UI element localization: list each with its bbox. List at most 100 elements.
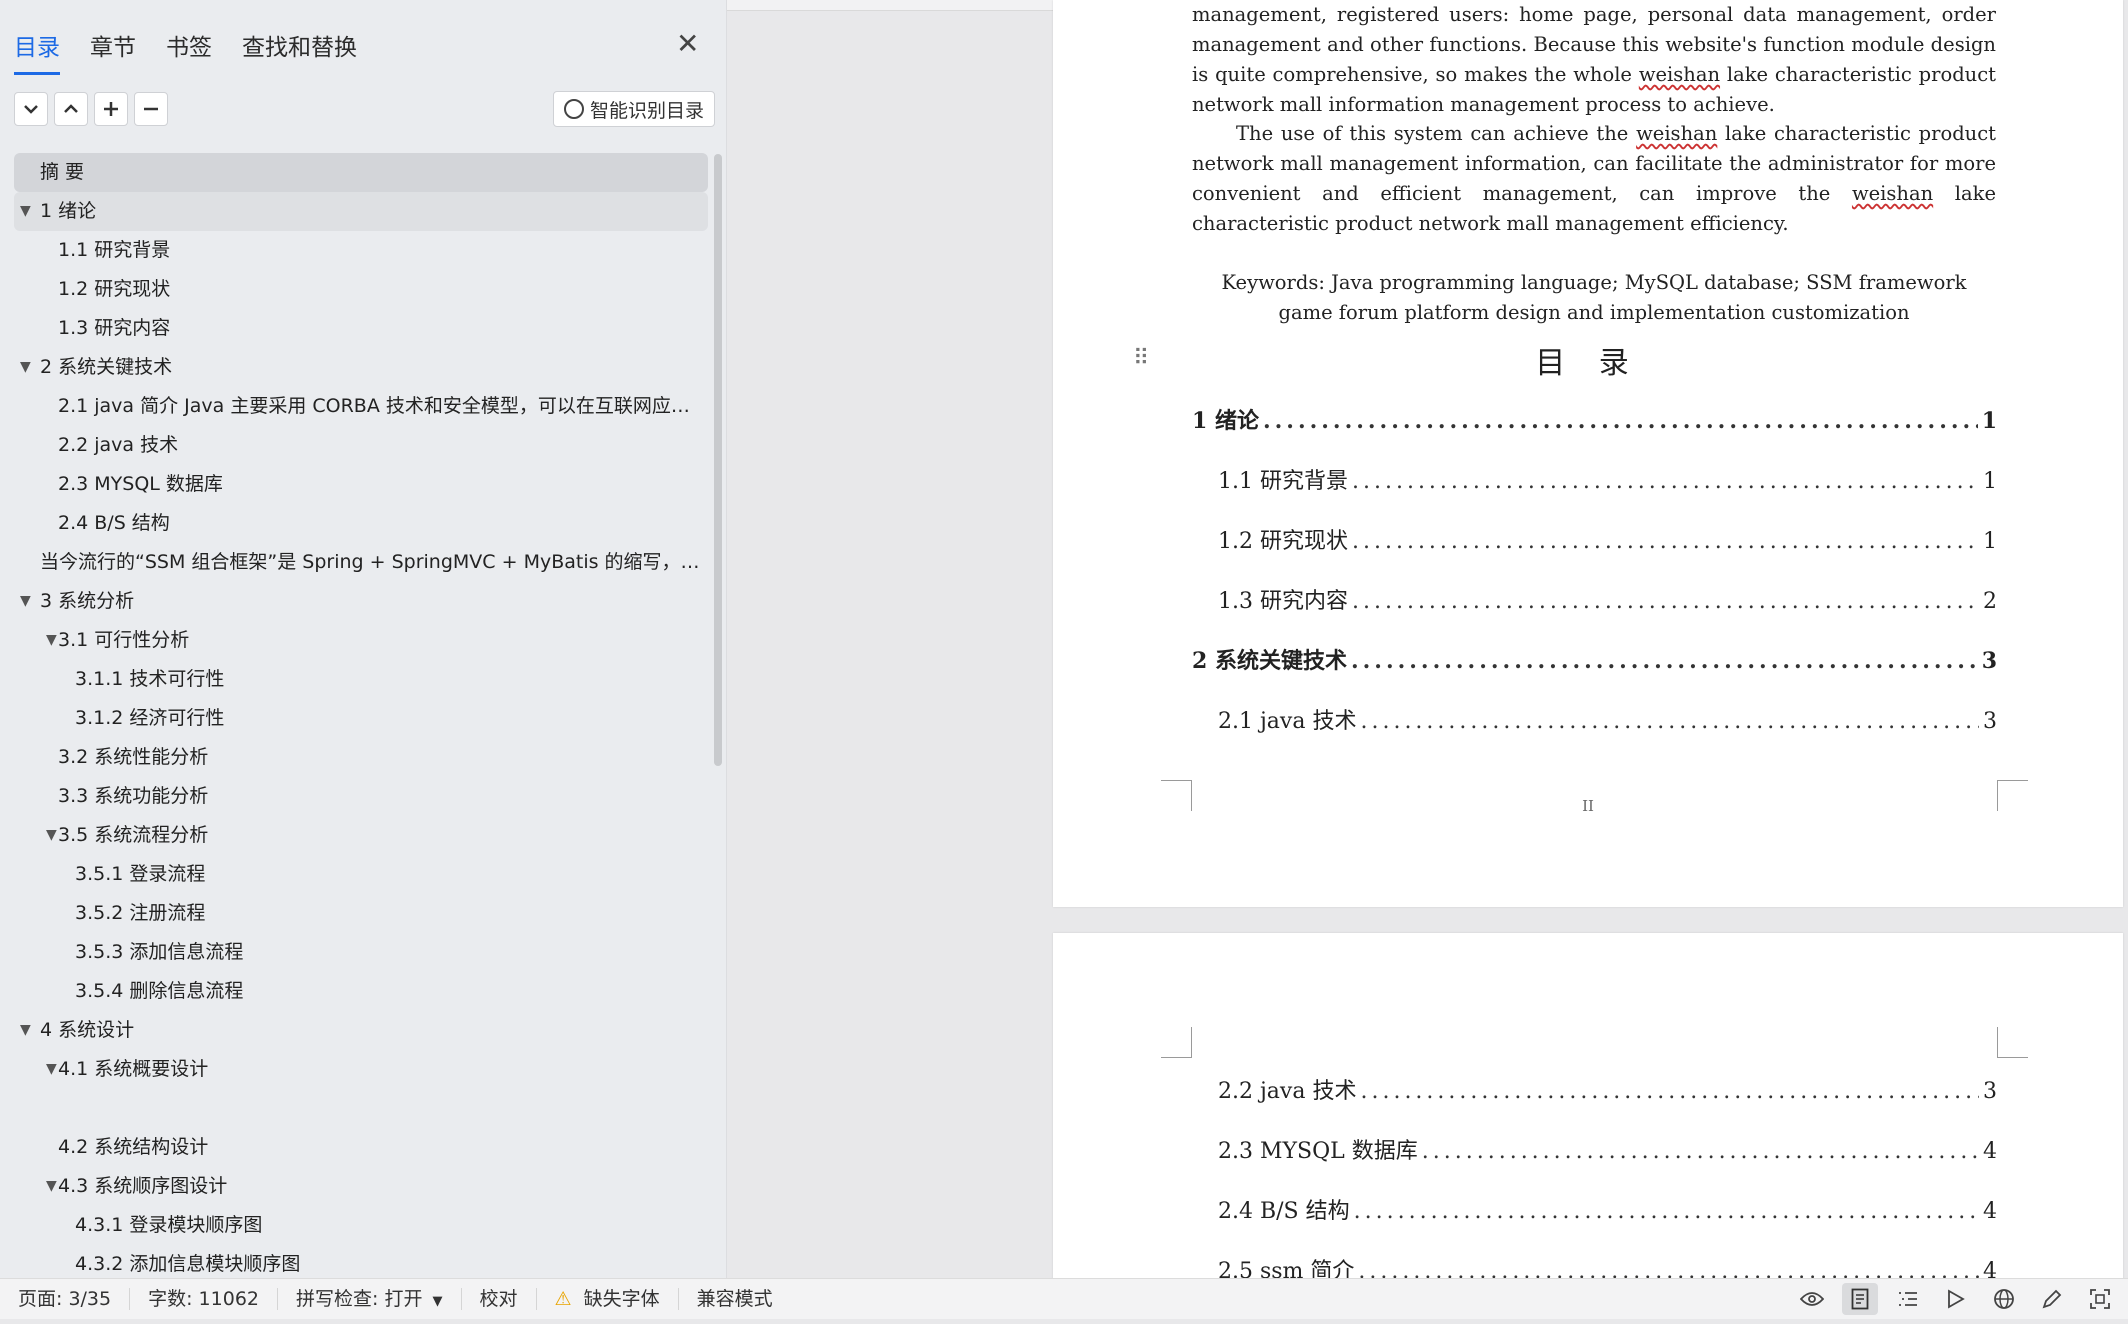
toc-item-label: 3.1 可行性分析 bbox=[58, 629, 190, 651]
toc-item-label: 3.2 系统性能分析 bbox=[58, 746, 209, 768]
toc-item[interactable]: 摘 要 bbox=[14, 153, 708, 192]
toc-entry-label: 2 系统关键技术 bbox=[1192, 648, 1347, 674]
toc-item-label: 4.2 系统结构设计 bbox=[58, 1136, 209, 1158]
toc-entry[interactable]: 2.4 B/S 结构 4 bbox=[1218, 1193, 1997, 1225]
toc-item-label: 4 系统设计 bbox=[40, 1019, 135, 1041]
fit-window-icon[interactable] bbox=[2082, 1283, 2118, 1315]
toc-item[interactable]: 2.3 MYSQL 数据库 bbox=[14, 465, 708, 504]
toc-item[interactable]: 3.2 系统性能分析 bbox=[14, 738, 708, 777]
toc-item[interactable]: 3.5.1 登录流程 bbox=[14, 855, 708, 894]
expand-triangle-icon[interactable]: ▼ bbox=[20, 1011, 31, 1050]
toc-item[interactable]: 3.5.3 添加信息流程 bbox=[14, 933, 708, 972]
toc-item[interactable]: 4.2 系统结构设计 bbox=[14, 1128, 708, 1167]
toc-item-label: 当今流行的“SSM 组合框架”是 Spring + SpringMVC + My… bbox=[40, 551, 702, 573]
toc-toolbar bbox=[14, 92, 168, 126]
pen-icon[interactable] bbox=[2034, 1283, 2070, 1315]
smart-toc-button[interactable]: 智能识别目录 bbox=[553, 91, 716, 127]
tab-bookmarks[interactable]: 书签 bbox=[166, 28, 212, 75]
eye-icon[interactable] bbox=[1794, 1283, 1830, 1315]
toc-item-label: 1.1 研究背景 bbox=[58, 239, 171, 261]
toc-item[interactable]: 当今流行的“SSM 组合框架”是 Spring + SpringMVC + My… bbox=[14, 543, 708, 582]
toc-item[interactable]: ▼ 4.1 系统概要设计 bbox=[14, 1050, 708, 1089]
toc-item[interactable]: ▼ 4 系统设计 bbox=[14, 1011, 708, 1050]
chevron-down-icon[interactable] bbox=[14, 92, 48, 126]
toc-item[interactable]: 4.3.1 登录模块顺序图 bbox=[14, 1206, 708, 1245]
toc-item-label: 3.3 系统功能分析 bbox=[58, 785, 209, 807]
toc-item[interactable]: ▼ 1 绪论 bbox=[14, 192, 708, 231]
toc-entry-page: 1 bbox=[1983, 529, 1997, 554]
toc-item[interactable]: ▼ 3 系统分析 bbox=[14, 582, 708, 621]
toc-item-label: 3.5.4 删除信息流程 bbox=[75, 980, 244, 1002]
missing-font-label: 缺失字体 bbox=[583, 1288, 660, 1310]
word-count[interactable]: 字数: 11062 bbox=[130, 1288, 278, 1310]
toc-item-label: 1.2 研究现状 bbox=[58, 278, 171, 300]
missing-font-button[interactable]: ⚠ 缺失字体 bbox=[537, 1288, 679, 1310]
toc-item[interactable]: 3.5.4 删除信息流程 bbox=[14, 972, 708, 1011]
expand-triangle-icon[interactable]: ▼ bbox=[20, 582, 31, 621]
expand-triangle-icon[interactable]: ▼ bbox=[46, 816, 57, 855]
spell-check-toggle[interactable]: 拼写检查: 打开 ▼ bbox=[278, 1288, 462, 1310]
toc-item[interactable]: 1.1 研究背景 bbox=[14, 231, 708, 270]
smart-toc-label: 智能识别目录 bbox=[590, 99, 705, 122]
expand-triangle-icon[interactable]: ▼ bbox=[46, 1167, 57, 1206]
tab-chapters[interactable]: 章节 bbox=[90, 28, 136, 75]
toc-entry-page: 3 bbox=[1983, 709, 1997, 734]
toc-entry-label: 2.3 MYSQL 数据库 bbox=[1218, 1139, 1418, 1164]
compat-mode[interactable]: 兼容模式 bbox=[679, 1288, 791, 1310]
toc-item-label: 2.3 MYSQL 数据库 bbox=[58, 473, 223, 495]
toc-leader-dots bbox=[1360, 709, 1979, 734]
toc-entry-label: 1.2 研究现状 bbox=[1218, 529, 1348, 554]
toc-item[interactable]: ▼ 3.5 系统流程分析 bbox=[14, 816, 708, 855]
toc-entry[interactable]: 1.3 研究内容 2 bbox=[1218, 583, 1997, 615]
chevron-up-icon[interactable] bbox=[54, 92, 88, 126]
toc-item[interactable]: 3.1.2 经济可行性 bbox=[14, 699, 708, 738]
minus-icon[interactable] bbox=[134, 92, 168, 126]
toc-entry[interactable]: 1 绪论 1 bbox=[1192, 403, 1997, 435]
toc-item[interactable]: ▼ 3.1 可行性分析 bbox=[14, 621, 708, 660]
expand-triangle-icon[interactable]: ▼ bbox=[46, 621, 57, 660]
toc-item[interactable]: 2.2 java 技术 bbox=[14, 426, 708, 465]
toc-item-label: 2.1 java 简介 Java 主要采用 CORBA 技术和安全模型，可以在互… bbox=[58, 395, 690, 417]
toc-entry[interactable]: 2 系统关键技术 3 bbox=[1192, 643, 1997, 675]
page-view-icon[interactable] bbox=[1842, 1283, 1878, 1315]
tab-find-replace[interactable]: 查找和替换 bbox=[242, 28, 357, 75]
spell-flagged-word: weishan bbox=[1636, 122, 1718, 145]
toc-item[interactable]: 3.3 系统功能分析 bbox=[14, 777, 708, 816]
toc-item-label: 3.5.3 添加信息流程 bbox=[75, 941, 244, 963]
play-icon[interactable] bbox=[1938, 1283, 1974, 1315]
toc-entry-page: 3 bbox=[1983, 1079, 1997, 1104]
toc-item[interactable]: 3.5.2 注册流程 bbox=[14, 894, 708, 933]
status-bar: 页面: 3/35 字数: 11062 拼写检查: 打开 ▼ 校对 ⚠ 缺失字体 … bbox=[0, 1278, 2128, 1319]
plus-icon[interactable] bbox=[94, 92, 128, 126]
toc-item[interactable]: 2.4 B/S 结构 bbox=[14, 504, 708, 543]
toc-entry[interactable]: 1.1 研究背景 1 bbox=[1218, 463, 1997, 495]
toc-item-label: 4.1 系统概要设计 bbox=[58, 1058, 209, 1080]
toc-entry[interactable]: 2.2 java 技术 3 bbox=[1218, 1073, 1997, 1105]
proofread-button[interactable]: 校对 bbox=[462, 1288, 537, 1310]
toc-item[interactable]: 2.1 java 简介 Java 主要采用 CORBA 技术和安全模型，可以在互… bbox=[14, 387, 708, 426]
document-page: management, registered users: home page,… bbox=[1053, 0, 2123, 907]
toc-item[interactable]: 1.3 研究内容 bbox=[14, 309, 708, 348]
expand-triangle-icon[interactable]: ▼ bbox=[20, 192, 31, 231]
outline-view-icon[interactable] bbox=[1890, 1283, 1926, 1315]
tab-toc[interactable]: 目录 bbox=[14, 28, 60, 75]
expand-triangle-icon[interactable]: ▼ bbox=[20, 348, 31, 387]
expand-triangle-icon[interactable]: ▼ bbox=[46, 1050, 57, 1089]
spell-check-label: 拼写检查: 打开 bbox=[296, 1288, 423, 1310]
smart-recognize-icon bbox=[564, 99, 584, 119]
page-indicator[interactable]: 页面: 3/35 bbox=[0, 1288, 131, 1310]
toc-item[interactable]: ▼ 2 系统关键技术 bbox=[14, 348, 708, 387]
page-corner-mark bbox=[1997, 1027, 2028, 1058]
close-icon[interactable]: ✕ bbox=[676, 30, 699, 58]
toc-item[interactable]: ▼ 4.3 系统顺序图设计 bbox=[14, 1167, 708, 1206]
abstract-paragraph-1: management, registered users: home page,… bbox=[1192, 0, 1996, 120]
toc-entry[interactable]: 1.2 研究现状 1 bbox=[1218, 523, 1997, 555]
nav-scrollbar[interactable] bbox=[714, 154, 722, 766]
toc-item[interactable] bbox=[14, 1089, 708, 1128]
toc-entry[interactable]: 2.3 MYSQL 数据库 4 bbox=[1218, 1133, 1997, 1165]
toc-entry[interactable]: 2.1 java 技术 3 bbox=[1218, 703, 1997, 735]
globe-icon[interactable] bbox=[1986, 1283, 2022, 1315]
toc-item[interactable]: 1.2 研究现状 bbox=[14, 270, 708, 309]
toc-item[interactable]: 3.1.1 技术可行性 bbox=[14, 660, 708, 699]
toc-item[interactable]: 4.3.2 添加信息模块顺序图 bbox=[14, 1245, 708, 1278]
